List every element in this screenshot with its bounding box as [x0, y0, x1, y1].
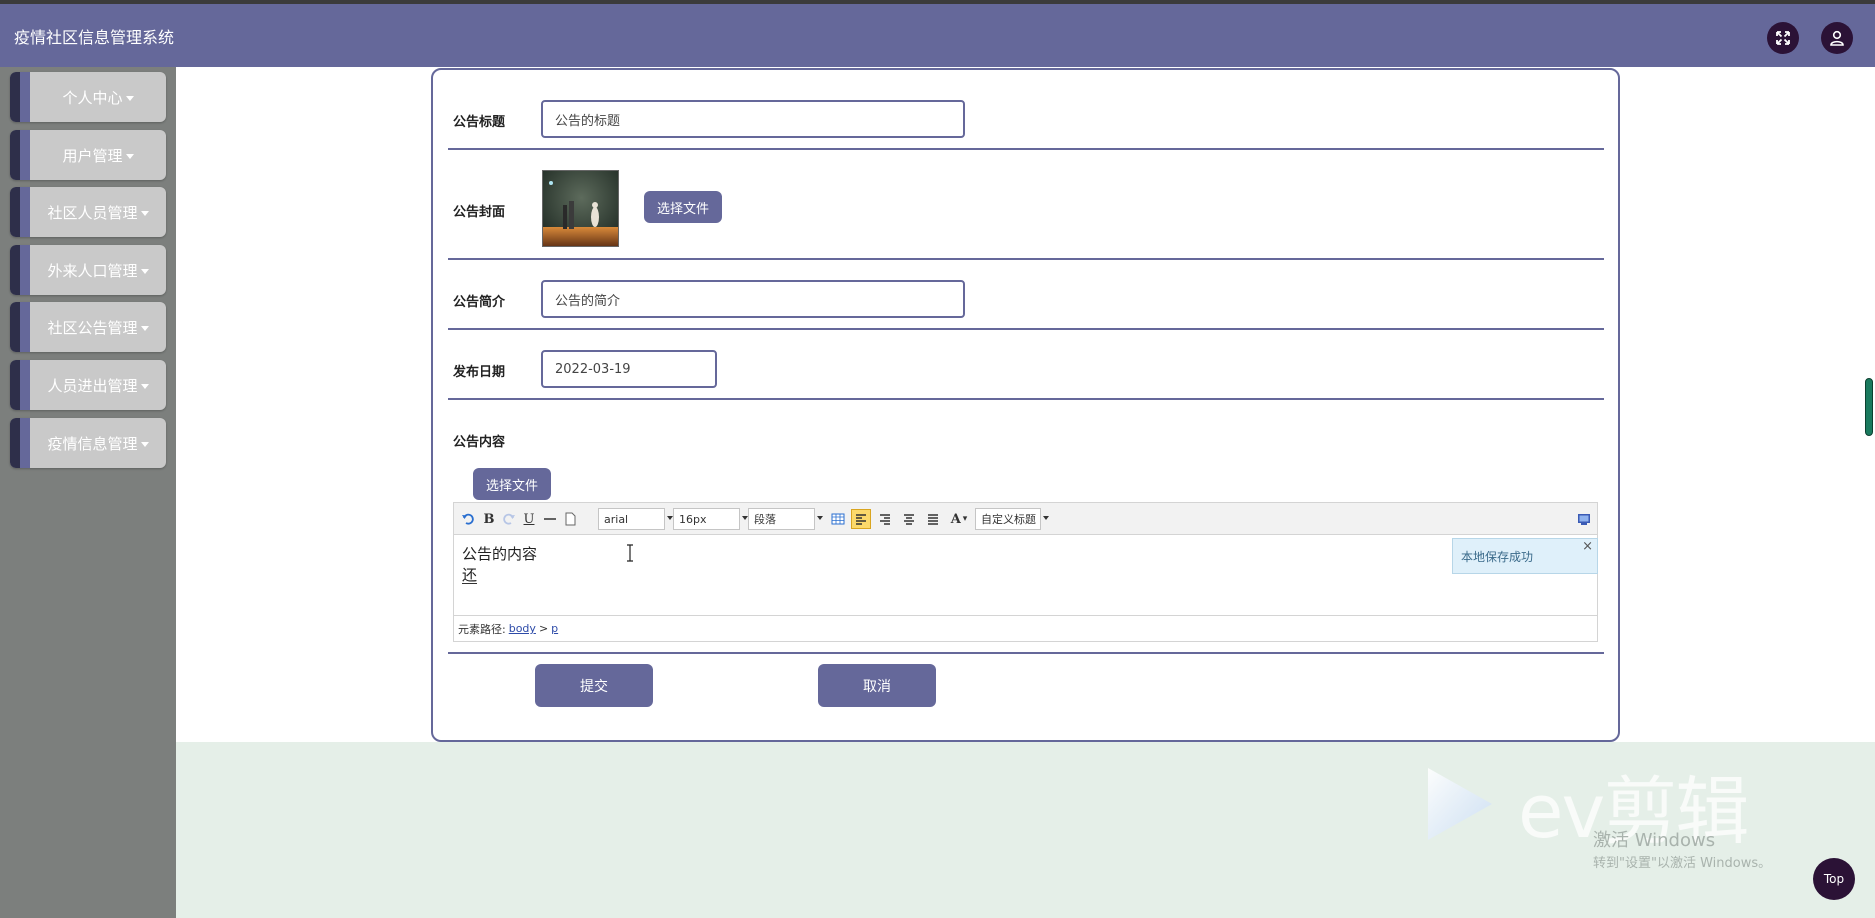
intro-label: 公告简介 — [453, 295, 506, 310]
user-menu-button[interactable] — [1821, 22, 1853, 54]
notice-form: 公告标题 公告的标题 公告封面 选择文件 公告简介 公告的简介 发布日期 202… — [431, 68, 1620, 742]
align-left-icon[interactable] — [851, 509, 871, 529]
back-to-top-button[interactable]: Top — [1813, 858, 1855, 900]
date-input[interactable]: 2022-03-19 — [541, 350, 717, 388]
editor-toolbar: B U arial 16px 段落 A ▾ 自定义标题 — [454, 503, 1597, 535]
divider — [448, 258, 1604, 260]
fullscreen-editor-icon[interactable] — [1575, 509, 1593, 529]
underline-icon[interactable]: U — [521, 509, 537, 529]
divider — [448, 398, 1604, 400]
expand-icon — [1776, 31, 1790, 45]
fullscreen-button[interactable] — [1767, 22, 1799, 54]
sidebar-item-entry-exit[interactable]: 人员进出管理 — [10, 360, 166, 410]
font-size-select[interactable]: 16px — [673, 508, 748, 530]
caret-down-icon — [125, 153, 134, 159]
user-icon — [1830, 30, 1844, 46]
sidebar-item-label: 用户管理 — [62, 146, 123, 165]
caret-down-icon — [140, 210, 149, 216]
caret-down-icon — [140, 383, 149, 389]
divider — [448, 328, 1604, 330]
caret-down-icon — [140, 441, 149, 447]
path-p-link[interactable]: p — [551, 622, 558, 635]
content-choose-file-button[interactable]: 选择文件 — [473, 468, 551, 500]
page-icon[interactable] — [562, 509, 578, 529]
cover-image — [542, 170, 619, 247]
divider — [448, 652, 1604, 654]
sidebar-item-label: 外来人口管理 — [47, 261, 138, 280]
app-title: 疫情社区信息管理系统 — [14, 27, 175, 47]
sidebar-item-epidemic-info[interactable]: 疫情信息管理 — [10, 418, 166, 468]
horizontal-rule-icon[interactable] — [542, 509, 558, 529]
redo-icon[interactable] — [501, 509, 517, 529]
paragraph-select[interactable]: 段落 — [748, 508, 823, 530]
font-color-icon[interactable]: A ▾ — [946, 509, 972, 529]
rich-text-editor: B U arial 16px 段落 A ▾ 自定义标题 公告的内容 还 本地保存… — [453, 502, 1598, 642]
cover-label: 公告封面 — [453, 205, 506, 220]
divider — [448, 148, 1604, 150]
sidebar-item-user-management[interactable]: 用户管理 — [10, 130, 166, 180]
caret-down-icon — [140, 268, 149, 274]
sidebar-item-label: 人员进出管理 — [47, 376, 138, 395]
sidebar-item-migrant-population[interactable]: 外来人口管理 — [10, 245, 166, 295]
date-label: 发布日期 — [453, 365, 506, 380]
scroll-handle[interactable] — [1865, 378, 1873, 436]
submit-button[interactable]: 提交 — [535, 664, 653, 707]
path-label: 元素路径: — [458, 622, 506, 636]
sidebar-item-label: 社区人员管理 — [47, 203, 138, 222]
sidebar: 个人中心 用户管理 社区人员管理 外来人口管理 社区公告管理 人员进出管理 疫情… — [0, 67, 176, 918]
title-label: 公告标题 — [453, 115, 506, 130]
caret-down-icon — [125, 95, 134, 101]
bold-icon[interactable]: B — [481, 509, 497, 529]
path-separator: > — [538, 622, 549, 635]
element-path-bar: 元素路径: body > p — [454, 615, 1597, 641]
align-justify-icon[interactable] — [924, 509, 942, 529]
align-center-icon[interactable] — [900, 509, 918, 529]
content-label: 公告内容 — [453, 435, 506, 450]
align-right-icon[interactable] — [876, 509, 894, 529]
sidebar-item-label: 个人中心 — [62, 88, 123, 107]
toast-message: 本地保存成功 — [1461, 549, 1534, 564]
font-family-select[interactable]: arial — [598, 508, 673, 530]
path-body-link[interactable]: body — [509, 622, 536, 635]
undo-icon[interactable] — [460, 509, 476, 529]
sidebar-item-label: 社区公告管理 — [47, 318, 138, 337]
close-icon[interactable]: × — [1582, 539, 1593, 554]
windows-activation-title: 激活 Windows — [1593, 830, 1716, 851]
caret-down-icon — [140, 325, 149, 331]
editor-content[interactable]: 公告的内容 还 本地保存成功 × — [454, 535, 1598, 611]
cancel-button[interactable]: 取消 — [818, 664, 936, 707]
sidebar-item-community-notice[interactable]: 社区公告管理 — [10, 302, 166, 352]
app-header: 疫情社区信息管理系统 — [0, 4, 1875, 67]
play-logo-icon — [1428, 768, 1492, 840]
sidebar-item-label: 疫情信息管理 — [47, 434, 138, 453]
content-paragraph: 还 — [462, 566, 478, 584]
save-toast: 本地保存成功 × — [1452, 538, 1598, 574]
sidebar-item-personal-center[interactable]: 个人中心 — [10, 72, 166, 122]
custom-title-select[interactable]: 自定义标题 — [975, 508, 1049, 530]
table-icon[interactable] — [829, 509, 847, 529]
cover-choose-file-button[interactable]: 选择文件 — [644, 191, 722, 223]
windows-activation-hint: 转到"设置"以激活 Windows。 — [1593, 856, 1772, 871]
text-cursor-icon — [627, 544, 633, 562]
sidebar-item-community-staff[interactable]: 社区人员管理 — [10, 187, 166, 237]
content-paragraph: 公告的内容 — [462, 545, 538, 563]
title-input[interactable]: 公告的标题 — [541, 100, 965, 138]
intro-input[interactable]: 公告的简介 — [541, 280, 965, 318]
